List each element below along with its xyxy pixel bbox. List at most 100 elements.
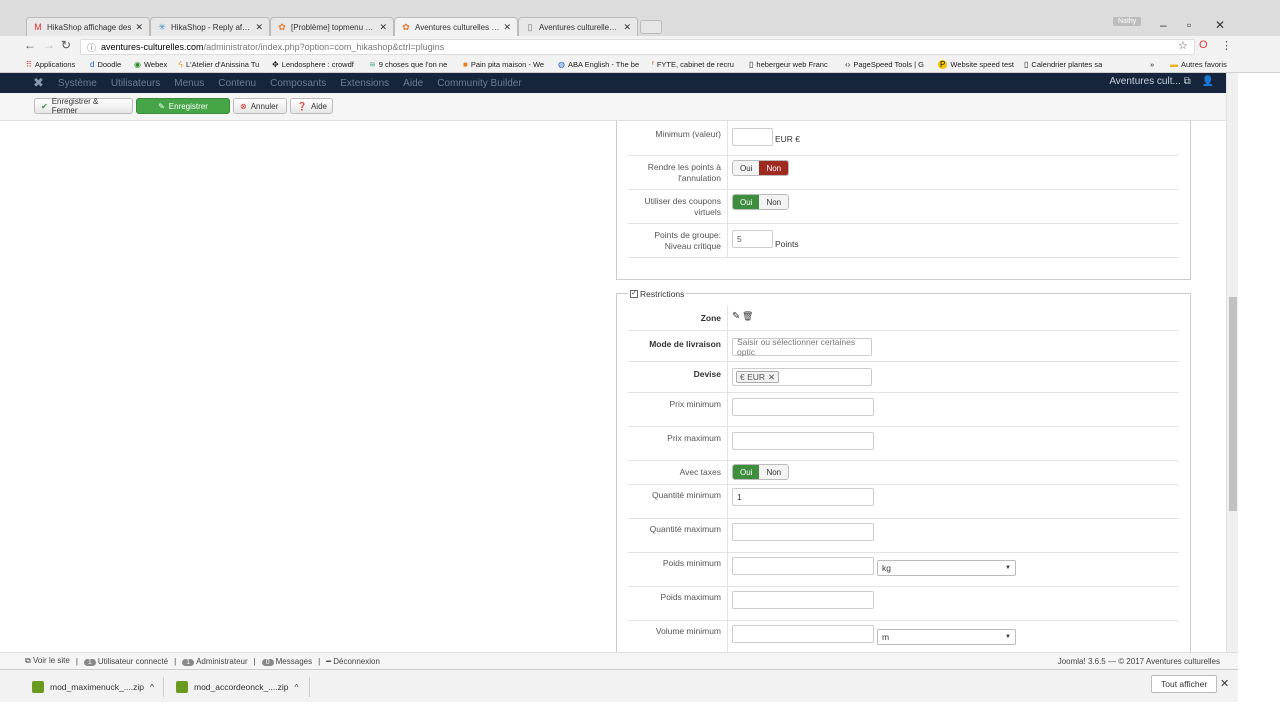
save-button[interactable]: ✎ Enregistrer bbox=[136, 98, 230, 114]
field-cell bbox=[727, 190, 728, 223]
browser-tab[interactable]: ▯ Aventures culturelles - B ✕ bbox=[518, 17, 638, 36]
info-icon[interactable]: ⓘ bbox=[87, 41, 96, 54]
toggle-non[interactable]: Non bbox=[759, 465, 789, 479]
joomla-logo-icon[interactable]: ✖ bbox=[33, 75, 44, 91]
profile-badge[interactable]: Nathy bbox=[1113, 17, 1142, 26]
reload-icon[interactable]: ↻ bbox=[61, 38, 71, 52]
nav-contenu[interactable]: Contenu bbox=[218, 78, 256, 89]
download-item[interactable]: mod_maximenuck_....zip ^ bbox=[32, 677, 154, 697]
bookmark-item[interactable]: ■ Pain pita maison - We bbox=[463, 60, 544, 69]
administrators[interactable]: 1 Administrateur bbox=[182, 657, 248, 666]
refund-toggle[interactable]: Oui Non bbox=[732, 160, 790, 176]
show-all-downloads-button[interactable]: Tout afficher bbox=[1151, 675, 1218, 693]
nav-composants[interactable]: Composants bbox=[270, 78, 326, 89]
nav-utilisateurs[interactable]: Utilisateurs bbox=[111, 78, 160, 89]
weight-unit-select[interactable]: kg ▼ bbox=[877, 560, 1016, 576]
close-icon[interactable]: ✕ bbox=[135, 22, 143, 33]
browser-tab[interactable]: ✳ HikaShop - Reply afficha ✕ bbox=[150, 17, 270, 36]
zone-label: Zone bbox=[700, 313, 721, 323]
pencil-icon[interactable]: ✎ bbox=[732, 311, 740, 322]
save-close-button[interactable]: ✔ Enregistrer & Fermer bbox=[34, 97, 133, 115]
browser-tab[interactable]: M HikaShop affichage des ✕ bbox=[26, 17, 150, 36]
toggle-non[interactable]: Non bbox=[759, 195, 789, 209]
price-max-input[interactable] bbox=[732, 432, 874, 450]
close-icon[interactable]: ✕ bbox=[255, 22, 263, 33]
remove-tag-icon[interactable]: ✕ bbox=[768, 372, 775, 383]
bookmark-item[interactable]: ᶠ FYTE, cabinet de recru bbox=[652, 60, 734, 69]
form-row-refund: Rendre les points à l'annulation Oui Non bbox=[628, 156, 1179, 190]
forward-icon[interactable]: → bbox=[43, 38, 55, 52]
nav-community-builder[interactable]: Community Builder bbox=[437, 78, 521, 89]
browser-tab-active[interactable]: ✿ Aventures culturelles - A ✕ bbox=[394, 17, 518, 36]
bookmark-item[interactable]: ⠿ Applications bbox=[26, 60, 75, 69]
volume-min-input[interactable] bbox=[732, 625, 874, 643]
site-link[interactable]: Aventures cult... ⧉ 👤 bbox=[1109, 76, 1214, 87]
bookmark-item[interactable]: d Doodle bbox=[90, 60, 121, 69]
qty-min-input[interactable]: 1 bbox=[732, 488, 874, 506]
cancel-button[interactable]: ⊗ Annuler bbox=[233, 98, 287, 114]
bookmark-item[interactable]: ≋ 9 choses que l'on ne bbox=[369, 60, 447, 69]
maximize-icon[interactable]: ▫ bbox=[1187, 18, 1191, 32]
opera-extension-icon[interactable]: O bbox=[1199, 39, 1208, 51]
weight-min-input[interactable] bbox=[732, 557, 874, 575]
nav-aide[interactable]: Aide bbox=[403, 78, 423, 89]
close-icon[interactable]: ✕ bbox=[379, 22, 387, 33]
browser-tab[interactable]: ✿ [Problème] topmenu ave ✕ bbox=[270, 17, 394, 36]
url-bar[interactable]: ⓘ aventures-culturelles.com /administrat… bbox=[80, 39, 1195, 55]
other-bookmarks[interactable]: ▬ Autres favoris bbox=[1170, 60, 1227, 69]
close-icon[interactable]: ✕ bbox=[623, 22, 631, 33]
help-button[interactable]: ❓ Aide bbox=[290, 98, 333, 114]
bookmark-item[interactable]: ‹› PageSpeed Tools | G bbox=[845, 60, 924, 69]
toggle-oui[interactable]: Oui bbox=[733, 161, 760, 175]
bookmark-item[interactable]: P Website speed test bbox=[938, 60, 1014, 69]
page-scrollbar[interactable] bbox=[1226, 73, 1238, 653]
restrictions-legend[interactable]: ✓ Restrictions bbox=[628, 289, 687, 299]
logout-link[interactable]: ━ Déconnexion bbox=[326, 657, 380, 666]
minimum-input[interactable] bbox=[732, 128, 773, 146]
chevron-up-icon[interactable]: ^ bbox=[150, 682, 154, 692]
group-points-input[interactable]: 5 bbox=[732, 230, 773, 248]
volume-unit-value: m bbox=[882, 632, 890, 642]
bookmark-item[interactable]: ◉ Webex bbox=[134, 60, 167, 69]
virtual-coupons-toggle[interactable]: Oui Non bbox=[732, 194, 790, 210]
volume-unit-select[interactable]: m ▼ bbox=[877, 629, 1016, 645]
trash-icon[interactable]: 🗑 bbox=[742, 311, 753, 322]
nav-extensions[interactable]: Extensions bbox=[340, 78, 389, 89]
with-taxes-toggle[interactable]: Oui Non bbox=[732, 464, 790, 480]
menu-icon[interactable]: ⋮ bbox=[1221, 39, 1232, 52]
currency-tag[interactable]: € EUR ✕ bbox=[736, 371, 780, 383]
toggle-oui[interactable]: Oui bbox=[733, 465, 760, 479]
minimize-icon[interactable]: – bbox=[1160, 18, 1167, 32]
scrollbar-thumb[interactable] bbox=[1229, 297, 1237, 511]
currency-input[interactable]: € EUR ✕ bbox=[732, 368, 872, 386]
price-min-input[interactable] bbox=[732, 398, 874, 416]
chevron-up-icon[interactable]: ^ bbox=[295, 682, 299, 692]
shipping-input[interactable]: Saisir ou sélectionner certaines optic bbox=[732, 337, 872, 357]
nav-menus[interactable]: Menus bbox=[174, 78, 204, 89]
user-icon[interactable]: 👤 bbox=[1202, 76, 1214, 87]
weight-max-input[interactable] bbox=[732, 591, 874, 609]
bookmark-item[interactable]: ▯ Calendrier plantes sa bbox=[1024, 60, 1102, 69]
toggle-non[interactable]: Non bbox=[759, 161, 789, 175]
window-close-icon[interactable]: ✕ bbox=[1215, 18, 1225, 32]
close-downloads-icon[interactable]: ✕ bbox=[1220, 677, 1229, 690]
toggle-oui[interactable]: Oui bbox=[733, 195, 760, 209]
connected-users[interactable]: 1 Utilisateur connecté bbox=[83, 657, 168, 666]
bookmark-item[interactable]: ᔦ L'Atelier d'Anissina Tu bbox=[178, 60, 259, 69]
new-tab-button[interactable] bbox=[640, 20, 662, 34]
download-item[interactable]: mod_accordeonck_....zip ^ bbox=[176, 677, 299, 697]
bookmark-item[interactable]: ✥ Lendosphere : crowdf bbox=[272, 60, 354, 69]
nav-systeme[interactable]: Système bbox=[58, 78, 97, 89]
form-row-price-max: Prix maximum bbox=[628, 427, 1179, 461]
qty-max-input[interactable] bbox=[732, 523, 874, 541]
star-icon[interactable]: ☆ bbox=[1178, 39, 1188, 52]
bookmarks-overflow[interactable]: » bbox=[1150, 60, 1154, 69]
view-site-link[interactable]: ⧉ Voir le site bbox=[25, 656, 70, 666]
bookmark-item[interactable]: ▯ hebergeur web Franc bbox=[749, 60, 828, 69]
back-icon[interactable]: ← bbox=[24, 38, 36, 52]
bookmark-item[interactable]: ◍ ABA English - The be bbox=[558, 60, 639, 69]
restrictions-checkbox[interactable]: ✓ bbox=[630, 290, 638, 298]
messages[interactable]: 0 Messages bbox=[261, 657, 312, 666]
close-icon[interactable]: ✕ bbox=[503, 22, 511, 33]
bookmark-label: L'Atelier d'Anissina Tu bbox=[186, 60, 260, 69]
